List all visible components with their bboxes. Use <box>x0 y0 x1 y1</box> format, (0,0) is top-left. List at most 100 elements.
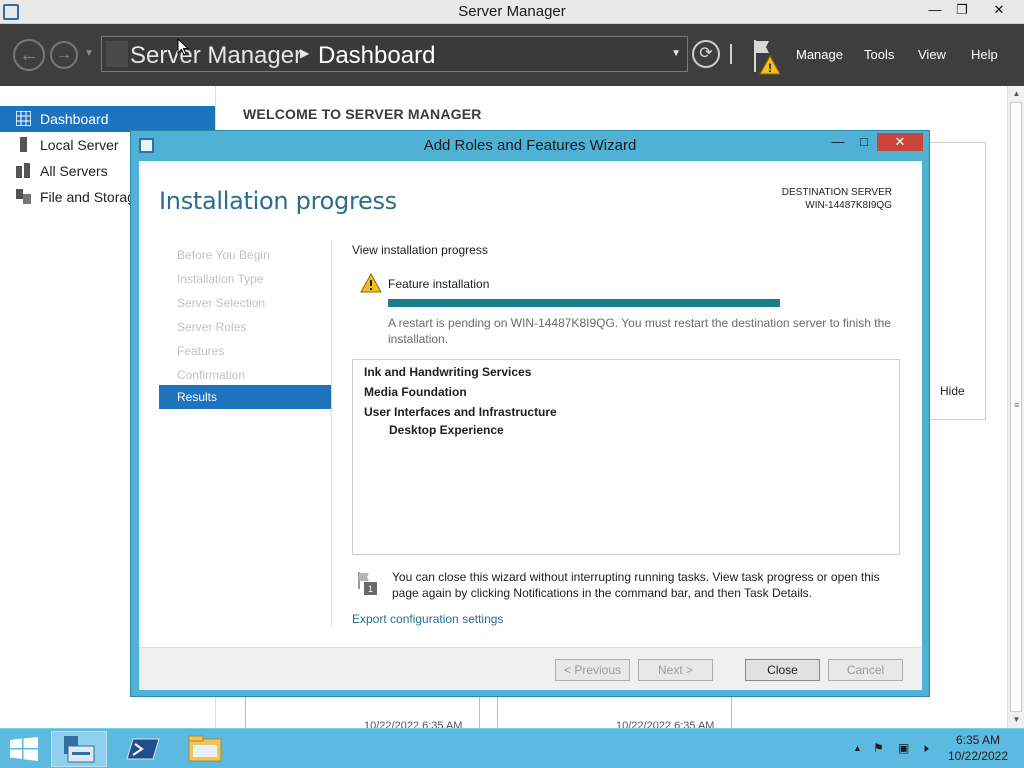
taskbar-server-manager[interactable] <box>51 731 107 767</box>
sidebar-item-label: File and Storag <box>40 189 135 205</box>
command-bar: ← → ▼ Server Manager ▶ Dashboard ▼ ⟳ ! M… <box>0 24 1024 86</box>
page-title: Installation progress <box>159 187 397 215</box>
file-storage-icon <box>16 189 31 204</box>
add-roles-wizard: Add Roles and Features Wizard — □ ✕ Inst… <box>130 130 930 697</box>
breadcrumb-marker <box>106 41 128 67</box>
breadcrumb-separator-icon: ▶ <box>300 46 310 60</box>
export-configuration-link[interactable]: Export configuration settings <box>352 612 503 626</box>
cancel-button[interactable]: Cancel <box>828 659 903 681</box>
destination-server-label: DESTINATION SERVER <box>781 187 892 198</box>
destination-server-name: WIN-14487K8I9QG <box>805 200 892 211</box>
dashboard-icon <box>16 111 31 126</box>
notification-badge: 1 <box>368 584 373 594</box>
notifications-flag-icon[interactable]: ! <box>752 38 782 76</box>
sidebar-item-label: Local Server <box>40 137 119 153</box>
step-label: Results <box>177 390 218 404</box>
help-menu[interactable]: Help <box>971 47 998 62</box>
clock-time: 6:35 AM <box>955 733 1001 747</box>
wizard-minimize-button[interactable]: — <box>825 133 851 151</box>
step-confirmation: Confirmation <box>159 363 331 387</box>
wizard-body: Installation progress DESTINATION SERVER… <box>139 161 922 690</box>
result-subitem: Desktop Experience <box>389 423 504 437</box>
quick-start-panel <box>928 142 986 420</box>
network-icon[interactable]: ▣ <box>898 741 909 755</box>
refresh-icon[interactable]: ⟳ <box>692 40 720 68</box>
server-manager-icon <box>64 736 95 763</box>
results-list: Ink and Handwriting Services Media Found… <box>352 359 900 555</box>
step-label: Installation Type <box>177 272 264 286</box>
next-button[interactable]: Next > <box>638 659 713 681</box>
close-wizard-button[interactable]: Close <box>745 659 820 681</box>
window-title: Server Manager <box>458 3 566 20</box>
scroll-down-icon[interactable]: ▼ <box>1008 712 1024 728</box>
sidebar-item-label: Dashboard <box>40 111 109 127</box>
system-clock[interactable]: 6:35 AM 10/22/2022 <box>938 732 1018 764</box>
breadcrumb-current[interactable]: Dashboard <box>318 42 435 70</box>
show-hidden-icons-icon[interactable]: ▲ <box>853 743 862 753</box>
warning-icon <box>360 273 382 293</box>
history-dropdown-icon[interactable]: ▼ <box>84 48 94 59</box>
taskbar-powershell[interactable] <box>115 731 171 767</box>
result-item: Media Foundation <box>364 385 467 399</box>
servers-icon <box>16 163 30 178</box>
wizard-maximize-button[interactable]: □ <box>851 133 877 151</box>
notification-hint: You can close this wizard without interr… <box>392 570 880 600</box>
powershell-icon <box>126 738 160 760</box>
taskbar: ▲ ⚑ ▣ 🕨 6:35 AM 10/22/2022 <box>0 728 1024 768</box>
breadcrumb-root[interactable]: Server Manager <box>130 42 302 70</box>
vertical-scrollbar[interactable]: ▲ ≡ ▼ <box>1007 86 1024 728</box>
wizard-close-button[interactable]: ✕ <box>877 133 923 151</box>
server-icon <box>20 137 27 152</box>
breadcrumb-dropdown-icon[interactable]: ▼ <box>671 48 681 59</box>
close-button[interactable]: ✕ <box>976 0 1022 20</box>
taskbar-file-explorer[interactable] <box>177 731 233 767</box>
feature-installation-label: Feature installation <box>388 277 490 291</box>
result-item: Ink and Handwriting Services <box>364 365 532 379</box>
forward-arrow-icon[interactable]: → <box>50 41 78 69</box>
step-server-selection: Server Selection <box>159 291 331 315</box>
step-server-roles: Server Roles <box>159 315 331 339</box>
start-windows-icon[interactable] <box>10 737 38 761</box>
title-bar: Server Manager — ❐ ✕ <box>0 0 1024 24</box>
installation-progress-bar <box>388 299 780 307</box>
mouse-cursor-icon <box>177 38 189 56</box>
step-features: Features <box>159 339 331 363</box>
steps-divider <box>331 241 332 627</box>
svg-text:!: ! <box>768 61 772 75</box>
step-results[interactable]: Results <box>159 385 331 409</box>
step-before-you-begin: Before You Begin <box>159 243 331 267</box>
view-progress-label: View installation progress <box>352 243 488 257</box>
tools-menu[interactable]: Tools <box>864 47 894 62</box>
minimize-button[interactable]: — <box>922 0 948 20</box>
sidebar-item-label: All Servers <box>40 163 108 179</box>
sidebar-item-dashboard[interactable]: Dashboard <box>0 106 215 132</box>
action-center-flag-icon[interactable]: ⚑ <box>873 741 884 755</box>
step-label: Server Selection <box>177 296 266 310</box>
step-installation-type: Installation Type <box>159 267 331 291</box>
volume-muted-icon[interactable]: 🕨 <box>921 741 929 756</box>
wizard-title: Add Roles and Features Wizard <box>423 137 637 154</box>
scroll-grip-icon: ≡ <box>1014 400 1020 410</box>
step-label: Server Roles <box>177 320 247 334</box>
view-menu[interactable]: View <box>918 47 946 62</box>
manage-menu[interactable]: Manage <box>796 47 843 62</box>
result-item: User Interfaces and Infrastructure <box>364 405 557 419</box>
step-label: Features <box>177 344 225 358</box>
file-explorer-icon <box>188 735 222 762</box>
clock-date: 10/22/2022 <box>947 749 1009 763</box>
scrollbar-thumb[interactable]: ≡ <box>1010 102 1022 712</box>
step-label: Confirmation <box>177 368 246 382</box>
wizard-title-bar: Add Roles and Features Wizard — □ ✕ <box>131 131 929 159</box>
notification-flag-icon: 1 <box>358 572 377 595</box>
previous-button[interactable]: < Previous <box>555 659 630 681</box>
step-label: Before You Begin <box>177 248 270 262</box>
restore-button[interactable]: ❐ <box>949 0 975 20</box>
back-arrow-icon[interactable]: ← <box>13 39 45 71</box>
welcome-heading: WELCOME TO SERVER MANAGER <box>243 106 482 122</box>
scroll-up-icon[interactable]: ▲ <box>1008 86 1024 102</box>
hide-button[interactable]: Hide <box>940 384 965 398</box>
breadcrumb[interactable]: Server Manager ▶ Dashboard ▼ <box>101 36 688 72</box>
progress-fill <box>388 299 780 307</box>
command-divider <box>730 44 732 64</box>
wizard-footer: < Previous Next > Close Cancel <box>139 647 922 690</box>
